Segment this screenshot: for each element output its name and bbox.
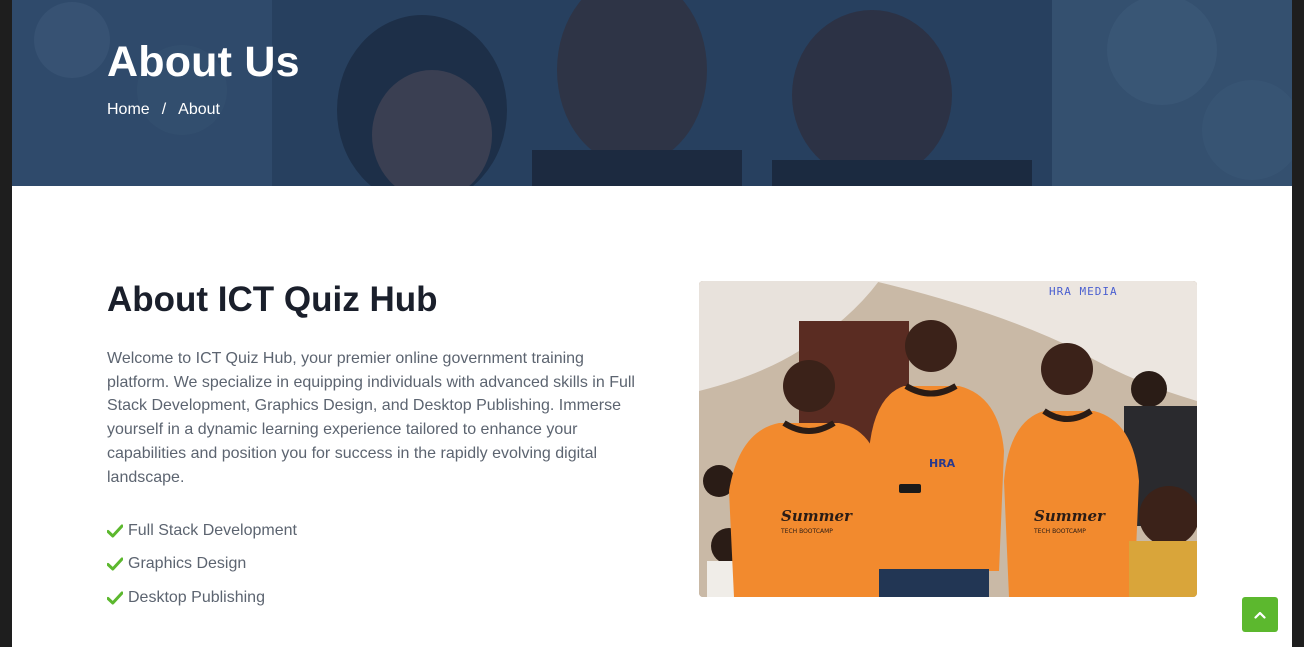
- page-title: About Us: [107, 38, 300, 86]
- feature-item: Desktop Publishing: [107, 581, 297, 615]
- feature-label: Graphics Design: [128, 555, 247, 573]
- breadcrumb: Home / About: [107, 101, 220, 119]
- breadcrumb-separator: /: [161, 101, 167, 118]
- breadcrumb-current: About: [178, 101, 220, 118]
- about-photo: Summer TECH BOOTCAMP Summer TECH BOOTCAM…: [699, 281, 1197, 597]
- shirt-print-subtext: TECH BOOTCAMP: [1033, 528, 1086, 535]
- about-description: Welcome to ICT Quiz Hub, your premier on…: [107, 350, 635, 486]
- hero-banner: About Us Home / About: [12, 0, 1292, 186]
- shirt-print: Summer: [781, 507, 853, 525]
- check-icon: [107, 557, 123, 571]
- shirt-print: Summer: [1034, 507, 1106, 525]
- bootcamp-photo: Summer TECH BOOTCAMP Summer TECH BOOTCAM…: [699, 281, 1197, 597]
- shirt-print-subtext: TECH BOOTCAMP: [780, 528, 833, 535]
- page: About Us Home / About About ICT Quiz Hub…: [12, 0, 1292, 647]
- back-to-top-button[interactable]: [1242, 597, 1278, 632]
- chevron-up-icon: [1254, 611, 1266, 619]
- photo-watermark: HRA MEDIA: [1049, 285, 1118, 298]
- breadcrumb-home-link[interactable]: Home: [107, 101, 150, 119]
- feature-label: Desktop Publishing: [128, 588, 265, 606]
- check-icon: [107, 524, 123, 538]
- feature-item: Full Stack Development: [107, 514, 297, 548]
- feature-label: Full Stack Development: [128, 521, 297, 539]
- shirt-badge: HRA: [929, 457, 956, 470]
- check-icon: [107, 591, 123, 605]
- about-heading: About ICT Quiz Hub: [107, 280, 438, 319]
- feature-list: Full Stack Development Graphics Design D…: [107, 514, 297, 615]
- feature-item: Graphics Design: [107, 548, 297, 582]
- hero-background-photo: [12, 0, 1292, 186]
